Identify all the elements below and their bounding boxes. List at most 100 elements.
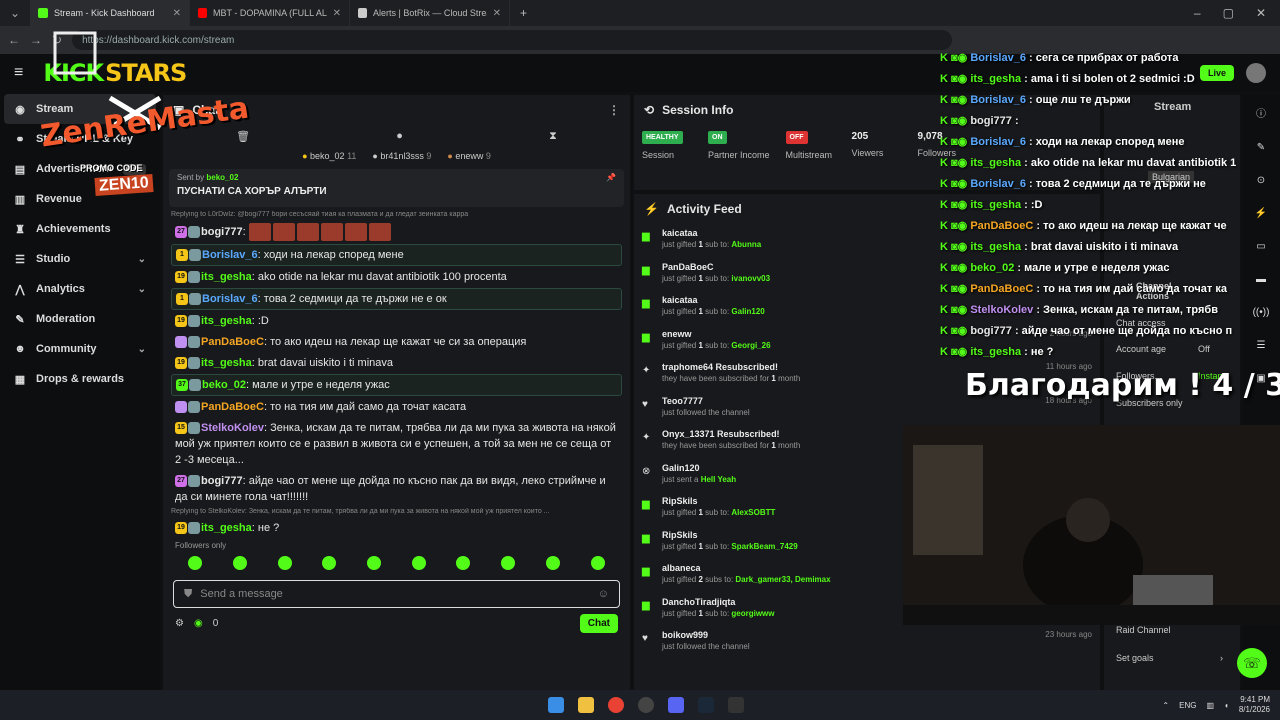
minimize-icon[interactable]: – [1194,6,1201,20]
chat-message[interactable]: 19 its_gesha: не ? [171,518,622,538]
discord-icon[interactable] [668,697,684,713]
new-tab-button[interactable]: + [510,6,537,20]
chat-username[interactable]: StelkoKolev [201,422,264,434]
lang-indicator[interactable]: ENG [1179,701,1196,710]
emote-picker-icon[interactable] [322,556,337,570]
emote-picker-icon[interactable] [501,556,516,570]
browser-tab[interactable]: Alerts | BotRix — Cloud Stream ✕ [350,0,510,26]
chat-message[interactable]: 19 its_gesha: :D [171,311,622,331]
chevron-up-icon[interactable]: ⌃ [1162,701,1169,710]
activity-target[interactable]: Hell Yeah [701,475,736,484]
browser-tab[interactable]: MBT - DOPAMINA (FULL ALBU ✕ [190,0,350,26]
sidebar-item-drops-rewards[interactable]: ▦ Drops & rewards [0,364,160,394]
emote-picker-icon[interactable] [456,556,471,570]
chat-username[interactable]: PanDaBoeC [201,401,264,413]
set-goals-button[interactable]: Set goals [1116,653,1154,663]
activity-name[interactable]: Teoo7777 [662,396,750,406]
chat-username[interactable]: its_gesha [201,271,252,283]
sidebar-item-moderation[interactable]: ✎ Moderation [0,304,160,334]
activity-name[interactable]: boikow999 [662,630,750,640]
emote-picker-icon[interactable] [233,556,248,570]
reply-context[interactable]: Replying to StelkoKolev: Зенка, искам да… [171,508,622,517]
activity-name[interactable]: albaneca [662,563,831,573]
activity-name[interactable]: Onyx_13371 Resubscribed! [662,429,800,439]
activity-name[interactable]: kaicataa [662,295,765,305]
activity-item[interactable]: ♥ boikow999 just followed the channel 23 ho… [634,626,1100,660]
chat-username[interactable]: PanDaBoeC [201,336,264,348]
close-tab-icon[interactable]: ✕ [493,8,501,19]
obs-icon[interactable] [638,697,654,713]
close-tab-icon[interactable]: ✕ [173,8,181,19]
activity-target[interactable]: AlexSOBTT [731,508,775,517]
leader-entry[interactable]: ● beko_02 11 [302,151,356,161]
chat-username[interactable]: bogi777 [201,226,243,238]
chat-username[interactable]: Borislav_6 [202,293,258,305]
activity-name[interactable]: traphome64 Resubscribed! [662,362,800,372]
emote-picker-icon[interactable] [545,556,560,570]
chat-message[interactable]: 27 bogi777: айде чао от мене ще дойда по … [171,471,622,507]
network-icon[interactable]: ▥ [1206,701,1214,710]
emote-picker-icon[interactable] [411,556,426,570]
chat-input[interactable]: ⛊ Send a message ☺ [173,580,620,608]
activity-target[interactable]: SparkBeam_7429 [731,542,797,551]
sidebar-item-studio[interactable]: ☰ Studio ⌄ [0,244,160,274]
leader-entry[interactable]: ● br41nl3sss 9 [372,151,431,161]
activity-target[interactable]: ivanovv03 [731,274,770,283]
explorer-icon[interactable] [578,697,594,713]
pin-icon[interactable]: 📌 [606,173,616,182]
activity-target[interactable]: Georgi_26 [731,341,770,350]
back-icon[interactable]: ← [8,33,20,47]
hourglass-icon[interactable]: ⧗ [549,130,557,143]
chat-username[interactable]: its_gesha [201,315,252,327]
close-tab-icon[interactable]: ✕ [333,8,341,19]
chat-message[interactable]: PanDaBoeC: то ако идеш на лекар ще кажат… [171,332,622,352]
activity-name[interactable]: PanDaBoeC [662,262,770,272]
volume-icon[interactable]: ◖ [1224,701,1229,710]
chat-message[interactable]: 15 StelkoKolev: Зенка, искам да те питам,… [171,418,622,470]
reply-context[interactable]: Replying to L0rDwIz: @bogi777 бори сесъс… [171,211,622,220]
browser-tab[interactable]: Stream - Kick Dashboard ✕ [30,0,190,26]
emote-picker-icon[interactable] [188,556,203,570]
tab-menu-icon[interactable]: ⌄ [0,6,30,20]
hamburger-icon[interactable]: ≡ [14,64,23,82]
more-icon[interactable]: ⋮ [608,103,620,117]
chat-username[interactable]: bogi777 [201,475,243,487]
steam-icon[interactable] [698,697,714,713]
emote-picker-icon[interactable] [590,556,605,570]
activity-name[interactable]: RipSkils [662,530,798,540]
activity-name[interactable]: Galin120 [662,463,736,473]
windows-start-icon[interactable] [548,697,564,713]
chat-username[interactable]: Borislav_6 [202,249,258,261]
chat-message[interactable]: PanDaBoeC: то на тия им дай само да точа… [171,397,622,417]
chat-message[interactable]: 27 bogi777: [171,221,622,243]
emote-picker-icon[interactable] [367,556,382,570]
emote-picker-icon[interactable] [277,556,292,570]
chat-message[interactable]: 37 beko_02: мале и утре е неделя ужас [171,374,622,396]
bubble-icon[interactable]: ● [396,130,403,142]
activity-name[interactable]: kaicataa [662,228,761,238]
chat-message[interactable]: 19 its_gesha: brat davai uiskito i ti min… [171,353,622,373]
chat-username[interactable]: its_gesha [201,522,252,534]
chat-message[interactable]: 19 its_gesha: ako otide na lekar mu davat… [171,267,622,287]
activity-target[interactable]: Dark_gamer33, Demimax [735,575,830,584]
maximize-icon[interactable]: ▢ [1223,6,1234,20]
activity-target[interactable]: Abunna [731,240,761,249]
chat-username[interactable]: beko_02 [202,379,246,391]
activity-name[interactable]: eneww [662,329,771,339]
emoji-icon[interactable]: ☺ [598,588,609,600]
app-icon[interactable] [728,697,744,713]
chat-message[interactable]: 1 Borislav_6: ходи на лекар според мене [171,244,622,266]
sidebar-item-community[interactable]: ☻ Community ⌄ [0,334,160,364]
chat-message[interactable]: 1 Borislav_6: това 2 седмици да те държи … [171,288,622,310]
activity-target[interactable]: georgiwww [731,609,774,618]
activity-name[interactable]: RipSkils [662,496,775,506]
leader-entry[interactable]: ● eneww 9 [447,151,490,161]
help-fab[interactable]: ☏ [1237,648,1267,678]
trash-icon[interactable]: 🗑 [236,130,250,143]
clock[interactable]: 9:41 PM 8/1/2026 [1239,695,1270,715]
settings-icon[interactable]: ⚙ [175,618,184,629]
close-window-icon[interactable]: ✕ [1256,6,1266,20]
chat-send-button[interactable]: Chat [579,614,618,633]
chat-username[interactable]: its_gesha [201,357,252,369]
raid-channel-button[interactable]: Raid Channel [1116,625,1171,635]
